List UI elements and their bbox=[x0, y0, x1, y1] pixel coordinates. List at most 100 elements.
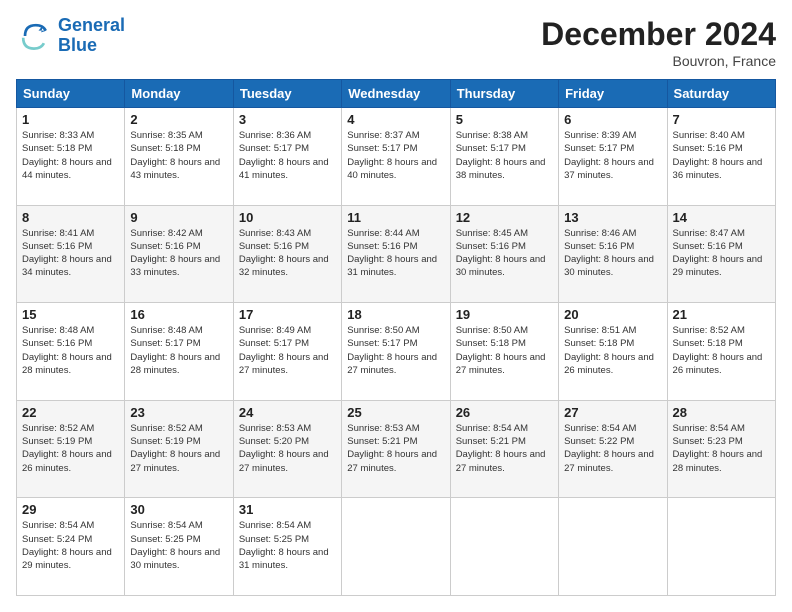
table-row bbox=[559, 498, 667, 596]
cell-content: Sunrise: 8:49 AMSunset: 5:17 PMDaylight:… bbox=[239, 324, 336, 377]
table-row: 19 Sunrise: 8:50 AMSunset: 5:18 PMDayligh… bbox=[450, 303, 558, 401]
location: Bouvron, France bbox=[541, 53, 776, 69]
calendar-row: 15Sunrise: 8:48 AMSunset: 5:16 PMDayligh… bbox=[17, 303, 776, 401]
cell-content: Sunrise: 8:43 AMSunset: 5:16 PMDaylight:… bbox=[239, 227, 336, 280]
table-row: 10 Sunrise: 8:43 AMSunset: 5:16 PMDayligh… bbox=[233, 205, 341, 303]
table-row: 2 Sunrise: 8:35 AMSunset: 5:18 PMDaylight… bbox=[125, 108, 233, 206]
table-row: 12 Sunrise: 8:45 AMSunset: 5:16 PMDayligh… bbox=[450, 205, 558, 303]
day-number: 4 bbox=[347, 112, 444, 127]
day-number: 18 bbox=[347, 307, 444, 322]
col-friday: Friday bbox=[559, 80, 667, 108]
table-row: 6Sunrise: 8:39 AMSunset: 5:17 PMDaylight… bbox=[559, 108, 667, 206]
month-title: December 2024 bbox=[541, 16, 776, 53]
day-number: 3 bbox=[239, 112, 336, 127]
table-row: 21 Sunrise: 8:52 AMSunset: 5:18 PMDayligh… bbox=[667, 303, 775, 401]
cell-content: Sunrise: 8:35 AMSunset: 5:18 PMDaylight:… bbox=[130, 129, 227, 182]
cell-content: Sunrise: 8:52 AMSunset: 5:19 PMDaylight:… bbox=[22, 422, 119, 475]
table-row: 9 Sunrise: 8:42 AMSunset: 5:16 PMDaylight… bbox=[125, 205, 233, 303]
table-row: 8 Sunrise: 8:41 AMSunset: 5:16 PMDaylight… bbox=[17, 205, 125, 303]
day-number: 17 bbox=[239, 307, 336, 322]
cell-content: Sunrise: 8:52 AMSunset: 5:18 PMDaylight:… bbox=[673, 324, 770, 377]
col-thursday: Thursday bbox=[450, 80, 558, 108]
day-number: 13 bbox=[564, 210, 661, 225]
cell-content: Sunrise: 8:54 AMSunset: 5:22 PMDaylight:… bbox=[564, 422, 661, 475]
logo-icon bbox=[16, 18, 52, 54]
title-block: December 2024 Bouvron, France bbox=[541, 16, 776, 69]
cell-content: Sunrise: 8:47 AMSunset: 5:16 PMDaylight:… bbox=[673, 227, 770, 280]
cell-content: Sunrise: 8:42 AMSunset: 5:16 PMDaylight:… bbox=[130, 227, 227, 280]
table-row: 23 Sunrise: 8:52 AMSunset: 5:19 PMDayligh… bbox=[125, 400, 233, 498]
cell-content: Sunrise: 8:54 AMSunset: 5:21 PMDaylight:… bbox=[456, 422, 553, 475]
cell-content: Sunrise: 8:41 AMSunset: 5:16 PMDaylight:… bbox=[22, 227, 119, 280]
day-number: 12 bbox=[456, 210, 553, 225]
day-number: 23 bbox=[130, 405, 227, 420]
table-row: 22 Sunrise: 8:52 AMSunset: 5:19 PMDayligh… bbox=[17, 400, 125, 498]
col-monday: Monday bbox=[125, 80, 233, 108]
day-number: 20 bbox=[564, 307, 661, 322]
table-row: 15Sunrise: 8:48 AMSunset: 5:16 PMDayligh… bbox=[17, 303, 125, 401]
table-row: 27 Sunrise: 8:54 AMSunset: 5:22 PMDayligh… bbox=[559, 400, 667, 498]
table-row: 3 Sunrise: 8:36 AMSunset: 5:17 PMDaylight… bbox=[233, 108, 341, 206]
table-row: 1Sunrise: 8:33 AMSunset: 5:18 PMDaylight… bbox=[17, 108, 125, 206]
day-number: 16 bbox=[130, 307, 227, 322]
table-row: 25Sunrise: 8:53 AMSunset: 5:21 PMDayligh… bbox=[342, 400, 450, 498]
calendar-row: 8 Sunrise: 8:41 AMSunset: 5:16 PMDaylight… bbox=[17, 205, 776, 303]
day-number: 29 bbox=[22, 502, 119, 517]
cell-content: Sunrise: 8:50 AMSunset: 5:18 PMDaylight:… bbox=[456, 324, 553, 377]
table-row: 29Sunrise: 8:54 AMSunset: 5:24 PMDayligh… bbox=[17, 498, 125, 596]
header: General Blue December 2024 Bouvron, Fran… bbox=[16, 16, 776, 69]
day-number: 22 bbox=[22, 405, 119, 420]
cell-content: Sunrise: 8:37 AMSunset: 5:17 PMDaylight:… bbox=[347, 129, 444, 182]
cell-content: Sunrise: 8:54 AMSunset: 5:23 PMDaylight:… bbox=[673, 422, 770, 475]
day-number: 14 bbox=[673, 210, 770, 225]
table-row: 17 Sunrise: 8:49 AMSunset: 5:17 PMDayligh… bbox=[233, 303, 341, 401]
cell-content: Sunrise: 8:53 AMSunset: 5:21 PMDaylight:… bbox=[347, 422, 444, 475]
col-saturday: Saturday bbox=[667, 80, 775, 108]
day-number: 5 bbox=[456, 112, 553, 127]
cell-content: Sunrise: 8:52 AMSunset: 5:19 PMDaylight:… bbox=[130, 422, 227, 475]
col-sunday: Sunday bbox=[17, 80, 125, 108]
calendar-table: Sunday Monday Tuesday Wednesday Thursday… bbox=[16, 79, 776, 596]
calendar-body: 1Sunrise: 8:33 AMSunset: 5:18 PMDaylight… bbox=[17, 108, 776, 596]
table-row: 7 Sunrise: 8:40 AMSunset: 5:16 PMDaylight… bbox=[667, 108, 775, 206]
day-number: 8 bbox=[22, 210, 119, 225]
cell-content: Sunrise: 8:50 AMSunset: 5:17 PMDaylight:… bbox=[347, 324, 444, 377]
day-number: 2 bbox=[130, 112, 227, 127]
cell-content: Sunrise: 8:48 AMSunset: 5:16 PMDaylight:… bbox=[22, 324, 119, 377]
logo-text: General Blue bbox=[58, 16, 125, 56]
day-number: 6 bbox=[564, 112, 661, 127]
table-row: 26 Sunrise: 8:54 AMSunset: 5:21 PMDayligh… bbox=[450, 400, 558, 498]
calendar-row: 29Sunrise: 8:54 AMSunset: 5:24 PMDayligh… bbox=[17, 498, 776, 596]
cell-content: Sunrise: 8:53 AMSunset: 5:20 PMDaylight:… bbox=[239, 422, 336, 475]
logo-line1: General bbox=[58, 15, 125, 35]
table-row: 4 Sunrise: 8:37 AMSunset: 5:17 PMDaylight… bbox=[342, 108, 450, 206]
day-number: 7 bbox=[673, 112, 770, 127]
table-row: 30Sunrise: 8:54 AMSunset: 5:25 PMDayligh… bbox=[125, 498, 233, 596]
calendar-row: 1Sunrise: 8:33 AMSunset: 5:18 PMDaylight… bbox=[17, 108, 776, 206]
calendar-row: 22 Sunrise: 8:52 AMSunset: 5:19 PMDayligh… bbox=[17, 400, 776, 498]
day-number: 19 bbox=[456, 307, 553, 322]
logo-line2: Blue bbox=[58, 35, 97, 55]
calendar-header: Sunday Monday Tuesday Wednesday Thursday… bbox=[17, 80, 776, 108]
day-number: 9 bbox=[130, 210, 227, 225]
logo: General Blue bbox=[16, 16, 125, 56]
cell-content: Sunrise: 8:48 AMSunset: 5:17 PMDaylight:… bbox=[130, 324, 227, 377]
table-row: 18 Sunrise: 8:50 AMSunset: 5:17 PMDayligh… bbox=[342, 303, 450, 401]
header-row: Sunday Monday Tuesday Wednesday Thursday… bbox=[17, 80, 776, 108]
day-number: 24 bbox=[239, 405, 336, 420]
day-number: 10 bbox=[239, 210, 336, 225]
day-number: 28 bbox=[673, 405, 770, 420]
table-row: 20Sunrise: 8:51 AMSunset: 5:18 PMDayligh… bbox=[559, 303, 667, 401]
cell-content: Sunrise: 8:45 AMSunset: 5:16 PMDaylight:… bbox=[456, 227, 553, 280]
cell-content: Sunrise: 8:40 AMSunset: 5:16 PMDaylight:… bbox=[673, 129, 770, 182]
col-tuesday: Tuesday bbox=[233, 80, 341, 108]
cell-content: Sunrise: 8:54 AMSunset: 5:25 PMDaylight:… bbox=[239, 519, 336, 572]
table-row bbox=[667, 498, 775, 596]
cell-content: Sunrise: 8:36 AMSunset: 5:17 PMDaylight:… bbox=[239, 129, 336, 182]
col-wednesday: Wednesday bbox=[342, 80, 450, 108]
day-number: 31 bbox=[239, 502, 336, 517]
day-number: 27 bbox=[564, 405, 661, 420]
day-number: 21 bbox=[673, 307, 770, 322]
day-number: 26 bbox=[456, 405, 553, 420]
table-row: 16 Sunrise: 8:48 AMSunset: 5:17 PMDayligh… bbox=[125, 303, 233, 401]
